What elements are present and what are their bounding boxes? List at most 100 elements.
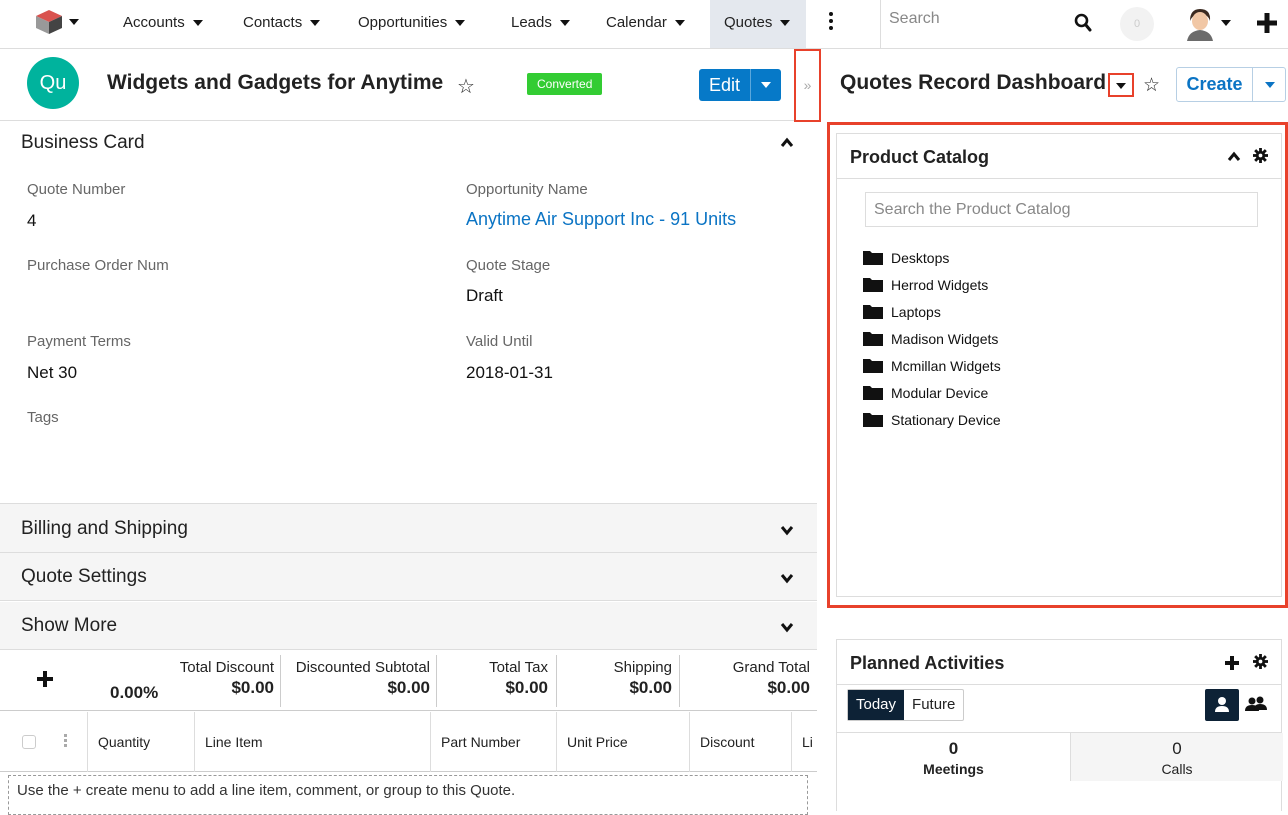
- activity-counts: 0 Meetings 0 Calls: [837, 732, 1283, 781]
- folder-item[interactable]: Mcmillan Widgets: [863, 358, 1001, 374]
- module-badge: Qu: [27, 57, 79, 109]
- status-badge: Converted: [527, 73, 603, 95]
- user-avatar[interactable]: [1183, 5, 1217, 41]
- panel-show-more[interactable]: Show More: [0, 602, 817, 650]
- chevron-down-icon: [761, 82, 772, 88]
- meetings-count-tab[interactable]: 0 Meetings: [837, 733, 1070, 781]
- panel-billing-shipping[interactable]: Billing and Shipping: [0, 503, 817, 553]
- nav-item-contacts[interactable]: Contacts: [243, 0, 321, 48]
- total-discount: Total Discount $0.00: [179, 659, 274, 697]
- divider: [556, 655, 557, 707]
- panel-quote-settings[interactable]: Quote Settings: [0, 553, 817, 601]
- field-label-valid-until: Valid Until: [466, 333, 533, 350]
- sugar-logo-icon[interactable]: [35, 9, 63, 35]
- edit-button[interactable]: Edit: [699, 69, 752, 101]
- column-line-total[interactable]: Li: [791, 712, 817, 772]
- column-unit-price[interactable]: Unit Price: [556, 712, 689, 772]
- nav-item-leads[interactable]: Leads: [511, 0, 570, 48]
- field-valid-until[interactable]: 2018-01-31: [466, 363, 553, 383]
- logo-chevron-down-icon[interactable]: [69, 19, 79, 25]
- create-dropdown-chevron-icon[interactable]: [1265, 82, 1275, 88]
- nav-item-opportunities[interactable]: Opportunities: [358, 0, 466, 48]
- field-label-opportunity: Opportunity Name: [466, 181, 588, 198]
- sidebar-collapse-toggle[interactable]: »: [794, 49, 821, 122]
- user-filter-toggle: [1205, 689, 1273, 721]
- dashlet-product-catalog: Product Catalog Search the Product Catal…: [836, 133, 1282, 597]
- nav-item-quotes[interactable]: Quotes: [710, 0, 806, 48]
- edit-actions-dropdown[interactable]: [751, 69, 781, 101]
- folder-item[interactable]: Desktops: [863, 250, 949, 266]
- tab-today[interactable]: Today: [848, 690, 905, 720]
- folder-item[interactable]: Stationary Device: [863, 412, 1001, 428]
- folder-item[interactable]: Laptops: [863, 304, 941, 320]
- tab-future[interactable]: Future: [904, 690, 963, 720]
- more-menu-icon[interactable]: [824, 10, 838, 34]
- folder-item[interactable]: Madison Widgets: [863, 331, 998, 347]
- field-label-stage: Quote Stage: [466, 257, 551, 274]
- chevron-down-icon[interactable]: [780, 620, 794, 634]
- gear-icon[interactable]: [1253, 148, 1268, 163]
- dashboard-title: Quotes Record Dashboard: [840, 71, 1107, 94]
- column-line-item[interactable]: Line Item: [194, 712, 430, 772]
- folder-icon: [863, 278, 883, 292]
- user-icon: [1215, 697, 1229, 712]
- dashboard-star-icon[interactable]: ☆: [1143, 74, 1160, 97]
- folder-item[interactable]: Herrod Widgets: [863, 277, 988, 293]
- chevron-down-icon[interactable]: [780, 523, 794, 537]
- nav-item-calendar[interactable]: Calendar: [606, 0, 685, 48]
- search-input[interactable]: Search: [889, 10, 940, 28]
- product-catalog-search-input[interactable]: Search the Product Catalog: [865, 192, 1258, 227]
- folder-icon: [863, 305, 883, 319]
- create-button[interactable]: Create: [1177, 68, 1253, 101]
- chevron-up-icon[interactable]: [1227, 150, 1241, 164]
- notification-badge[interactable]: 0: [1120, 7, 1154, 41]
- chevron-down-icon: [674, 20, 685, 27]
- chevron-up-icon[interactable]: [780, 136, 794, 150]
- line-items-empty-message: Use the + create menu to add a line item…: [8, 775, 808, 815]
- chevron-down-icon: [1116, 83, 1126, 89]
- discount-percent: 0.00%: [110, 683, 159, 702]
- calls-count-tab[interactable]: 0 Calls: [1070, 733, 1283, 781]
- field-quote-stage[interactable]: Draft: [466, 286, 503, 306]
- users-icon: [1245, 696, 1267, 711]
- gear-icon[interactable]: [1253, 654, 1268, 669]
- grand-total: Grand Total $0.00: [732, 659, 810, 697]
- dashboard-menu-dropdown[interactable]: [1108, 73, 1134, 97]
- global-search[interactable]: Search: [880, 0, 1076, 48]
- folder-icon: [863, 359, 883, 373]
- chevron-down-icon: [192, 20, 203, 27]
- chevron-down-icon[interactable]: [780, 571, 794, 585]
- divider: [436, 655, 437, 707]
- column-quantity[interactable]: Quantity: [87, 712, 194, 772]
- select-all-checkbox[interactable]: [22, 735, 36, 749]
- team-items-button[interactable]: [1239, 689, 1273, 721]
- field-quote-number[interactable]: 4: [27, 211, 36, 231]
- folder-icon: [863, 251, 883, 265]
- field-payment-terms[interactable]: Net 30: [27, 363, 77, 383]
- activity-tabs: Today Future: [847, 689, 965, 721]
- nav-item-accounts[interactable]: Accounts: [123, 0, 203, 48]
- favorite-star-icon[interactable]: ☆: [457, 74, 475, 99]
- my-items-button[interactable]: [1205, 689, 1239, 721]
- folder-icon: [863, 332, 883, 346]
- folder-item[interactable]: Modular Device: [863, 385, 988, 401]
- chevron-down-icon: [310, 20, 321, 27]
- top-navigation: Accounts Contacts Opportunities Leads Ca…: [0, 0, 1288, 49]
- avatar-chevron-down-icon[interactable]: [1221, 20, 1231, 26]
- field-label-payment: Payment Terms: [27, 333, 131, 350]
- quote-totals-bar: 0.00% Total Discount $0.00 Discounted Sub…: [0, 651, 817, 711]
- row-actions-icon[interactable]: [64, 734, 68, 750]
- column-discount[interactable]: Discount: [689, 712, 791, 772]
- quick-create-plus-icon[interactable]: [1256, 12, 1278, 34]
- create-button-group: Create: [1176, 67, 1286, 102]
- field-label-tags: Tags: [27, 409, 59, 426]
- edit-button-group: Edit: [699, 69, 782, 101]
- plus-icon[interactable]: [1225, 656, 1239, 670]
- opportunity-link[interactable]: Anytime Air Support Inc - 91 Units: [466, 209, 736, 230]
- search-icon[interactable]: [1074, 13, 1092, 33]
- column-part-number[interactable]: Part Number: [430, 712, 556, 772]
- add-line-item-plus-icon[interactable]: [37, 671, 53, 687]
- record-title: Widgets and Gadgets for Anytime: [107, 71, 444, 94]
- panel-business-card[interactable]: Business Card: [0, 122, 817, 166]
- chevron-down-icon: [780, 20, 791, 27]
